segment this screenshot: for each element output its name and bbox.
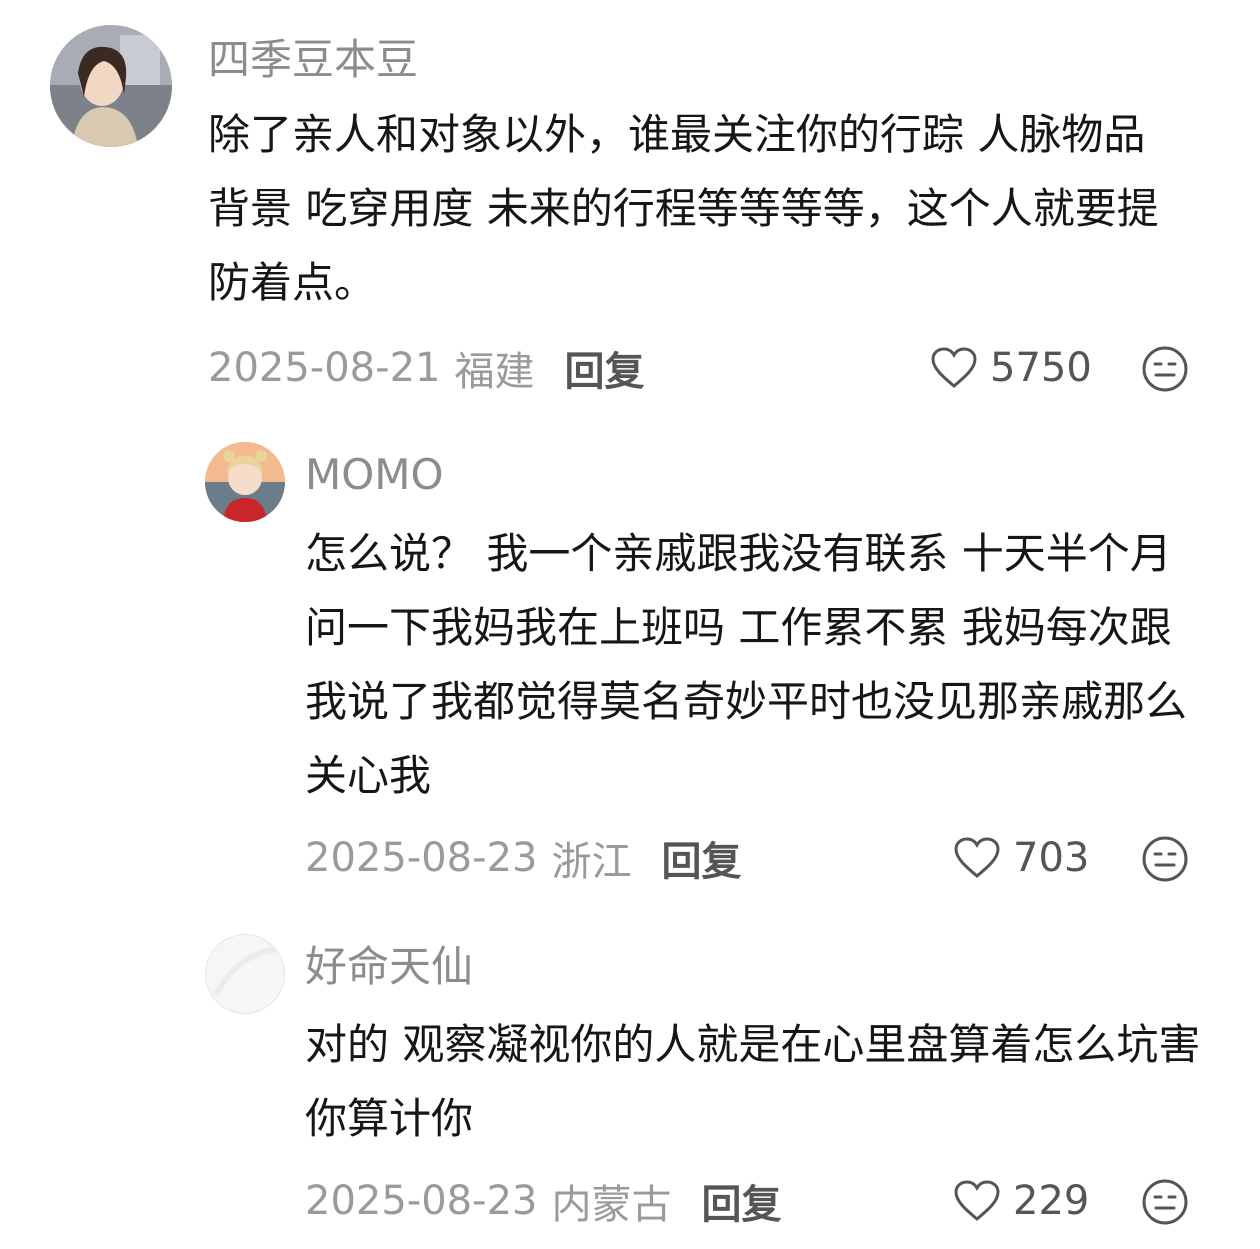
like-button[interactable]: 5750 bbox=[930, 340, 1092, 396]
like-count: 703 bbox=[1013, 835, 1090, 881]
reply-location: 内蒙古 bbox=[551, 1182, 672, 1228]
avatar[interactable] bbox=[50, 25, 172, 147]
meh-face-icon bbox=[1142, 346, 1188, 392]
comment-meta: 2025-08-21 福建 回复 bbox=[208, 340, 644, 396]
comment-item: 四季豆本豆 除了亲人和对象以外，谁最关注你的行踪 人脉物品 背景 吃穿用度 未来… bbox=[0, 0, 1260, 410]
reply-text: 对的 观察凝视你的人就是在心里盘算着怎么坑害你算计你 bbox=[305, 1020, 1201, 1143]
reply-username[interactable]: 好命天仙 bbox=[305, 942, 473, 992]
like-button[interactable]: 229 bbox=[953, 1173, 1089, 1229]
avatar[interactable] bbox=[205, 442, 285, 522]
comment-text: 除了亲人和对象以外，谁最关注你的行踪 人脉物品 背景 吃穿用度 未来的行程等等等… bbox=[208, 110, 1159, 307]
reply-username[interactable]: MOMO bbox=[305, 450, 444, 500]
comment-username[interactable]: 四季豆本豆 bbox=[208, 35, 418, 85]
like-count: 5750 bbox=[990, 345, 1092, 391]
avatar[interactable] bbox=[205, 934, 285, 1014]
reply-location: 浙江 bbox=[551, 839, 632, 885]
reply-date: 2025-08-23 bbox=[305, 1178, 538, 1224]
emoji-reaction-button[interactable] bbox=[1140, 834, 1190, 884]
comment-location: 福建 bbox=[454, 349, 535, 395]
reply-button[interactable]: 回复 bbox=[701, 1172, 781, 1230]
emoji-reaction-button[interactable] bbox=[1140, 1177, 1190, 1227]
avatar-photo-icon bbox=[213, 946, 277, 997]
reply-item: 好命天仙 对的 观察凝视你的人就是在心里盘算着怎么坑害你算计你 2025-08-… bbox=[0, 910, 1260, 1249]
emoji-reaction-button[interactable] bbox=[1140, 344, 1190, 394]
heart-outline-icon bbox=[931, 347, 977, 388]
reply-item: MOMO 怎么说？ 我一个亲戚跟我没有联系 十天半个月问一下我妈我在上班吗 工作… bbox=[0, 410, 1260, 910]
like-count: 229 bbox=[1013, 1178, 1090, 1224]
reply-meta: 2025-08-23 内蒙古 回复 bbox=[305, 1173, 781, 1229]
avatar-photo-icon bbox=[205, 442, 285, 522]
comment-date: 2025-08-21 bbox=[208, 345, 441, 391]
reply-button[interactable]: 回复 bbox=[564, 339, 644, 397]
reply-date: 2025-08-23 bbox=[305, 835, 538, 881]
heart-outline-icon bbox=[954, 1180, 1000, 1221]
meh-face-icon bbox=[1142, 836, 1188, 882]
reply-meta: 2025-08-23 浙江 回复 bbox=[305, 830, 741, 886]
meh-face-icon bbox=[1142, 1179, 1188, 1225]
reply-text: 怎么说？ 我一个亲戚跟我没有联系 十天半个月问一下我妈我在上班吗 工作累不累 我… bbox=[305, 529, 1188, 800]
avatar-photo-icon bbox=[50, 25, 172, 147]
reply-button[interactable]: 回复 bbox=[661, 829, 741, 887]
like-button[interactable]: 703 bbox=[953, 830, 1089, 886]
heart-outline-icon bbox=[954, 837, 1000, 878]
